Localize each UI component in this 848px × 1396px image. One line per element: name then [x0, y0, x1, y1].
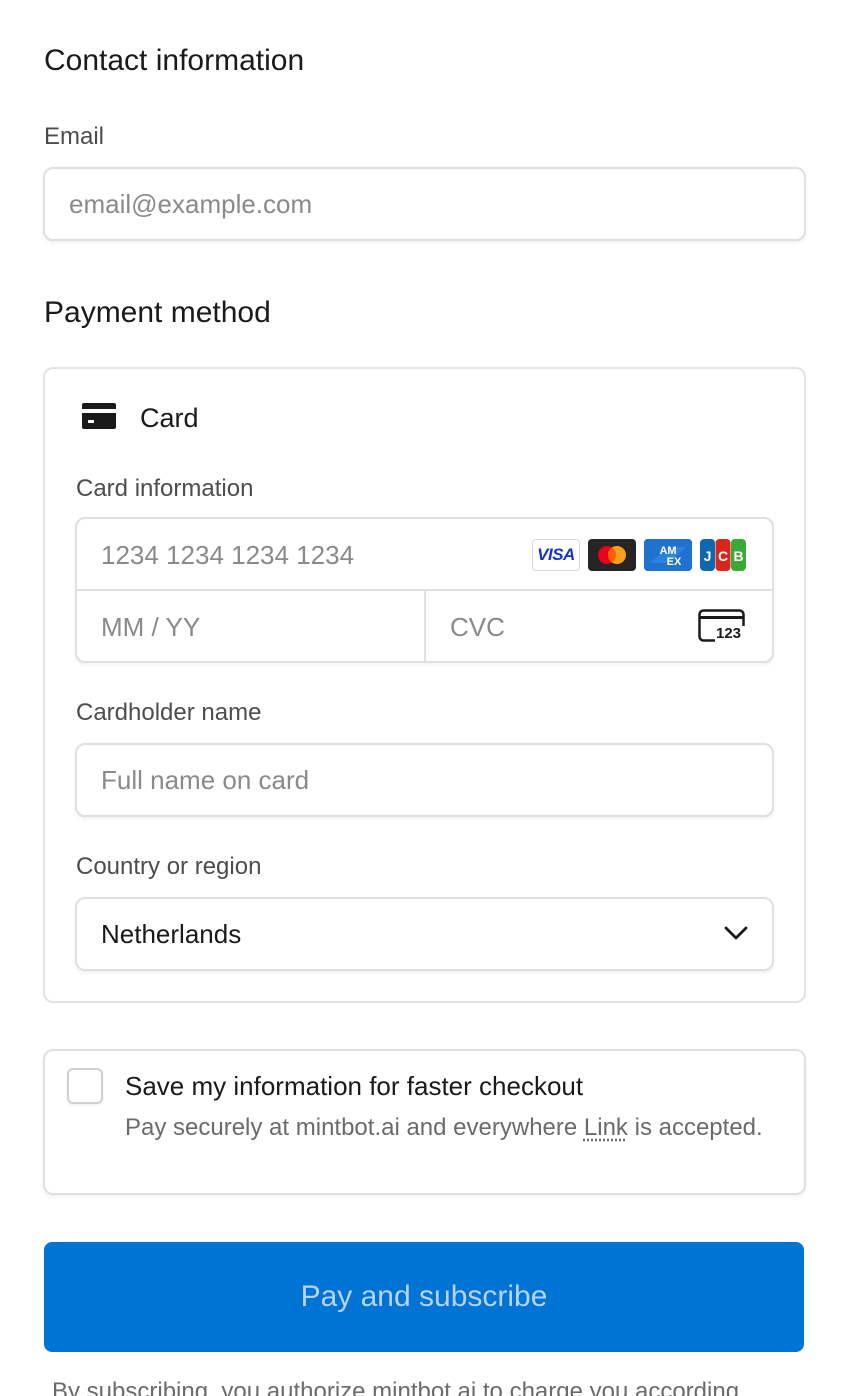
visa-icon: VISA: [532, 539, 580, 571]
save-info-container: Save my information for faster checkout …: [43, 1049, 806, 1195]
save-info-title: Save my information for faster checkout: [125, 1071, 583, 1102]
pay-and-subscribe-button[interactable]: Pay and subscribe: [44, 1242, 804, 1352]
save-info-checkbox[interactable]: [67, 1068, 103, 1104]
svg-text:EX: EX: [667, 556, 682, 568]
save-info-desc-before: Pay securely at mintbot.ai and everywher…: [125, 1114, 584, 1141]
card-information-label: Card information: [76, 475, 253, 503]
chevron-down-icon: [724, 925, 748, 946]
amex-icon: AM EX: [644, 539, 692, 571]
country-selected-value: Netherlands: [101, 919, 241, 950]
save-info-description: Pay securely at mintbot.ai and everywher…: [125, 1111, 765, 1145]
svg-text:B: B: [733, 548, 743, 564]
save-info-desc-after: is accepted.: [628, 1114, 763, 1141]
card-number-row: VISA AM EX: [77, 519, 772, 591]
card-expiry-cvc-row: 123: [77, 591, 772, 663]
email-label: Email: [44, 123, 104, 151]
card-brands: VISA AM EX J C B: [532, 539, 746, 571]
svg-text:J: J: [704, 548, 712, 564]
email-field-container: [43, 167, 806, 241]
visa-wordmark: VISA: [537, 545, 575, 565]
card-method-tab[interactable]: Card: [82, 400, 199, 436]
contact-section-title: Contact information: [44, 44, 304, 78]
cvc-icon-text: 123: [716, 625, 741, 642]
cardholder-name-container: [75, 743, 774, 817]
cvc-card-icon: 123: [698, 609, 746, 648]
subscription-terms-text: By subscribing, you authorize mintbot.ai…: [52, 1378, 812, 1396]
checkout-page: Contact information Email Payment method…: [0, 0, 848, 1396]
email-field[interactable]: [69, 169, 780, 239]
country-label: Country or region: [76, 853, 261, 881]
cardholder-name-label: Cardholder name: [76, 699, 261, 727]
cardholder-name-input[interactable]: [101, 745, 748, 815]
mastercard-icon: [588, 539, 636, 571]
cvc-cell: 123: [426, 591, 774, 663]
svg-text:C: C: [718, 548, 728, 564]
card-information-group: VISA AM EX: [75, 517, 774, 663]
link-info-link[interactable]: Link: [584, 1114, 628, 1141]
payment-section-title: Payment method: [44, 296, 271, 330]
card-method-label: Card: [140, 403, 199, 434]
jcb-icon: J C B: [700, 539, 746, 571]
country-select[interactable]: Netherlands: [75, 897, 774, 971]
credit-card-icon: [82, 403, 116, 434]
expiry-cell: [77, 591, 424, 663]
expiry-input[interactable]: [101, 591, 400, 663]
